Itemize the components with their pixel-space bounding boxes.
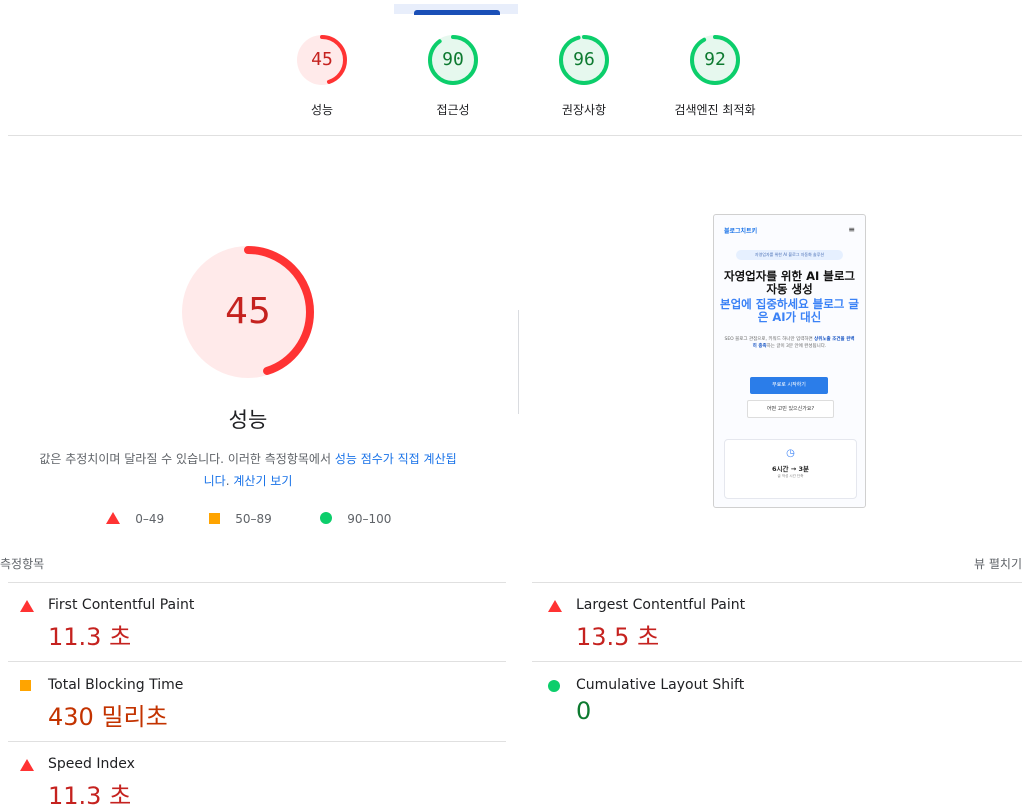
metric-title: Total Blocking Time [48, 677, 184, 693]
metric-title: Cumulative Layout Shift [576, 677, 745, 693]
gauge-score: 90 [442, 49, 464, 70]
thumb-subheadline: 본업에 집중하세요 블로그 글은 AI가 대신 [720, 297, 859, 324]
gauge-accessibility[interactable]: 90 접근성 [383, 33, 523, 118]
gauge-ring: 96 [557, 33, 611, 87]
metric-value: 11.3 초 [48, 782, 132, 810]
thumb-card-subtitle: 글 작성 시간 단축 [777, 474, 804, 478]
metric-value: 11.3 초 [48, 623, 132, 651]
legend-average-label: 50–89 [235, 512, 272, 526]
gauge-seo[interactable]: 92 검색엔진 최적화 [645, 33, 785, 118]
expand-view-toggle[interactable]: 뷰 펼치기 [974, 555, 1022, 572]
metric-total-blocking-time[interactable]: Total Blocking Time 430 밀리초 [8, 677, 506, 733]
metric-divider [8, 661, 506, 662]
gauge-label: 권장사항 [561, 103, 607, 117]
triangle-icon [20, 759, 34, 771]
clock-icon: ◷ [786, 448, 795, 459]
thumb-card-title: 6시간 → 3분 [772, 465, 809, 473]
hamburger-menu-icon: ≡ [848, 225, 855, 234]
legend-average: 50–89 [209, 512, 272, 526]
square-icon [20, 680, 31, 691]
metric-cumulative-layout-shift[interactable]: Cumulative Layout Shift 0 [536, 677, 1022, 733]
gauge-label: 검색엔진 최적화 [674, 103, 756, 117]
performance-score: 45 [225, 291, 271, 332]
metric-title: Largest Contentful Paint [576, 597, 746, 613]
metric-value: 13.5 초 [576, 623, 660, 651]
legend-pass: 90–100 [320, 512, 391, 526]
legend-fail: 0–49 [106, 512, 164, 526]
vertical-separator [518, 310, 519, 414]
gauge-ring: 45 [295, 33, 349, 87]
gauge-label: 성능 [310, 103, 334, 117]
gauge-best-practices[interactable]: 96 권장사항 [514, 33, 654, 118]
metric-divider [532, 661, 1022, 662]
metric-divider [532, 582, 1022, 583]
triangle-icon [106, 512, 120, 524]
page-screenshot-thumbnail[interactable]: 블로그치트키 ≡ 자영업자를 위한 AI 블로그 자동화 솔루션 자영업자를 위… [713, 214, 866, 508]
metric-title: First Contentful Paint [48, 597, 195, 613]
metric-first-contentful-paint[interactable]: First Contentful Paint 11.3 초 [8, 597, 506, 653]
metric-title: Speed Index [48, 756, 135, 772]
thumb-paragraph: SEO 블로그 관점으로, 키워드 하나만 입력하면 상위노출 조건을 완벽히 … [724, 336, 855, 350]
thumb-feature-card: ◷ 6시간 → 3분 글 작성 시간 단축 [724, 439, 857, 499]
performance-title: 성능 [228, 408, 268, 432]
gauge-ring: 90 [426, 33, 480, 87]
legend-pass-label: 90–100 [347, 512, 392, 526]
gauge-score: 45 [311, 49, 333, 70]
thumb-para-end: 하는 글이 3분 안에 완성됩니다. [766, 344, 827, 349]
thumb-secondary-button: 어떤 고민 있으신가요? [747, 400, 834, 418]
link-text: 성능 점수가 직접 계산됩 [334, 452, 457, 466]
metric-largest-contentful-paint[interactable]: Largest Contentful Paint 13.5 초 [536, 597, 1022, 653]
gauge-performance[interactable]: 45 성능 [252, 33, 392, 118]
description-text: 값은 추정치이며 달라질 수 있습니다. 이러한 측정항목에서 [39, 452, 335, 466]
performance-description: 값은 추정치이며 달라질 수 있습니다. 이러한 측정항목에서 성능 점수가 직… [28, 448, 468, 492]
gauge-score: 96 [573, 49, 595, 70]
link-text: 니다 [203, 474, 226, 488]
thumb-badge: 자영업자를 위한 AI 블로그 자동화 솔루션 [736, 250, 843, 260]
gauge-ring: 92 [688, 33, 742, 87]
metric-value: 430 밀리초 [48, 703, 168, 731]
triangle-icon [20, 600, 34, 612]
section-divider [8, 135, 1022, 136]
metric-divider [8, 741, 506, 742]
metric-divider [8, 582, 506, 583]
calculator-link[interactable]: 계산기 보기 [233, 474, 292, 488]
metric-speed-index[interactable]: Speed Index 11.3 초 [8, 756, 506, 810]
square-icon [209, 513, 220, 524]
metrics-header: 측정항목 [0, 557, 45, 571]
top-tab-indicator [414, 10, 500, 15]
thumb-para-text: SEO 블로그 관점으로, 키워드 하나만 입력하면 [724, 337, 813, 342]
gauge-label: 접근성 [436, 103, 470, 117]
metric-value: 0 [576, 697, 592, 725]
gauge-score: 92 [704, 49, 726, 70]
legend-fail-label: 0–49 [135, 512, 165, 526]
thumb-headline: 자영업자를 위한 AI 블로그 자동 생성 [724, 269, 855, 296]
thumb-brand: 블로그치트키 [724, 228, 758, 235]
thumb-cta-button: 무료로 시작하기 [750, 377, 828, 394]
circle-icon [320, 512, 332, 524]
circle-icon [548, 680, 560, 692]
triangle-icon [548, 600, 562, 612]
